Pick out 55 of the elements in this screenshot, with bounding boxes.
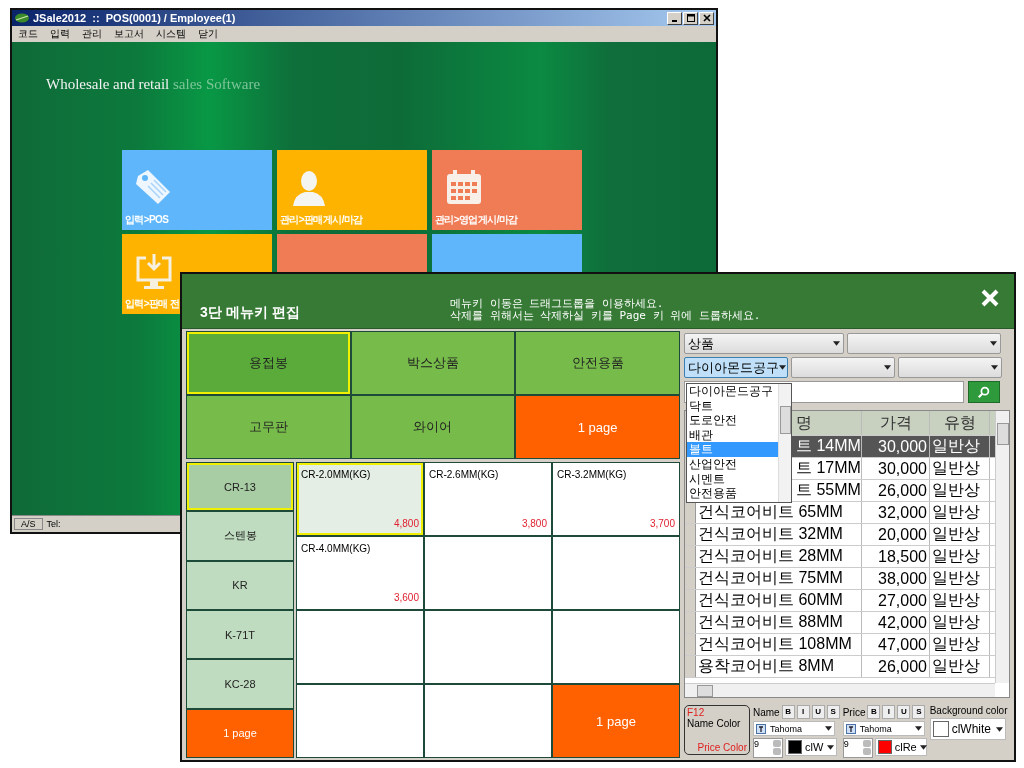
name-cell: 건식코어비트 75MM [696, 568, 862, 589]
tile-label: 입력>판매 전 [125, 297, 180, 311]
shortcut-text: F12 [687, 707, 706, 718]
group-label: Background color [929, 705, 1008, 716]
name-cell: 건식코어비트 28MM [696, 546, 862, 567]
type-cell: 일반상 [930, 480, 990, 501]
price-cell: 26,000 [862, 480, 930, 501]
name-cell: 건식코어비트 60MM [696, 590, 862, 611]
type-cell: 일반상 [930, 656, 990, 677]
type-cell: 일반상 [930, 436, 990, 457]
name-color-text: Name Color [687, 718, 742, 729]
status-text: Tel: [46, 519, 61, 529]
price-cell: 42,000 [862, 612, 930, 633]
window-title: JSale2012 :: POS(0001) / Employee(1) [33, 12, 236, 24]
price-cell: 20,000 [862, 524, 930, 545]
type-cell: 일반상 [930, 634, 990, 655]
item-price: 3,600 [393, 592, 419, 603]
group-label: Name [753, 706, 780, 718]
price-cell: 30,000 [862, 458, 930, 479]
tile-label: 관리>영업게시/마감 [435, 213, 518, 227]
type-cell: 일반상 [930, 590, 990, 611]
instruction-text: 삭제를 위해서는 삭제하실 키를 Page 키 위에 드롭하세요. [450, 310, 761, 322]
name-cell: 건식코어비트 88MM [696, 612, 862, 633]
tile-label: 관리>판매게시/마감 [280, 213, 363, 227]
name-cell: 용착코어비트 8MM [696, 656, 862, 677]
item-name: CR-4.0MM(KG) [301, 543, 371, 554]
price-cell: 27,000 [862, 590, 930, 611]
item-name: CR-2.0MM(KG) [301, 469, 371, 480]
instruction-text: 메뉴키 이동은 드래그드롭을 이용하세요. [450, 298, 665, 310]
tile-label: 입력>POS [125, 213, 169, 227]
item-price: 3,700 [649, 518, 675, 529]
price-color-text: Price Color [696, 742, 747, 753]
type-cell: 일반상 [930, 568, 990, 589]
price-cell: 30,000 [862, 436, 930, 457]
dialog-title: 3단 메뉴키 편집 [200, 304, 301, 322]
type-cell: 일반상 [930, 502, 990, 523]
group-label: Price [842, 706, 866, 718]
name-cell: 건식코어비트 108MM [696, 634, 862, 655]
price-cell: 38,000 [862, 568, 930, 589]
type-cell: 일반상 [930, 612, 990, 633]
tagline-faded: sales Software [173, 76, 261, 92]
tagline: Wholesale and retail [46, 76, 170, 92]
status-text: A/S [14, 518, 43, 530]
name-cell: 건식코어비트 32MM [696, 524, 862, 545]
type-cell: 일반상 [930, 458, 990, 479]
price-cell: 47,000 [862, 634, 930, 655]
item-price: 4,800 [393, 518, 419, 529]
item-name: CR-2.6MM(KG) [429, 469, 499, 480]
price-cell: 32,000 [862, 502, 930, 523]
type-cell: 일반상 [930, 524, 990, 545]
item-name: CR-3.2MM(KG) [557, 469, 627, 480]
price-cell: 18,500 [862, 546, 930, 567]
price-cell: 26,000 [862, 656, 930, 677]
item-price: 3,800 [521, 518, 547, 529]
type-cell: 일반상 [930, 546, 990, 567]
